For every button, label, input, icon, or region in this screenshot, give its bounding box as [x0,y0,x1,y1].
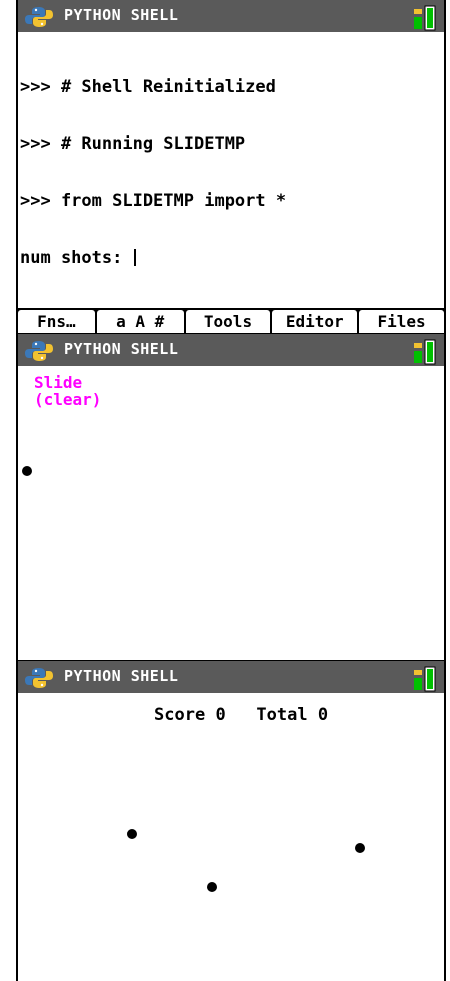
battery-icon [414,5,436,31]
shell-output[interactable]: >>> # Shell Reinitialized >>> # Running … [20,40,442,306]
chars-menu-button[interactable]: a A # [96,310,184,333]
puck-dot [22,466,32,476]
shell-line: >>> # Running SLIDETMP [20,134,246,154]
window-title: PYTHON SHELL [64,340,179,358]
slide-status: (clear) [34,390,102,409]
target-dot [127,829,137,839]
slide-title: Slide [34,373,83,392]
shell-input-line[interactable]: num shots: [20,249,442,268]
files-menu-button[interactable]: Files [359,310,444,333]
title-bar: PYTHON SHELL [18,0,444,32]
target-dot [207,882,217,892]
python-logo-icon [25,7,53,27]
score-line: Score 0 Total 0 [154,705,328,725]
title-bar: PYTHON SHELL [18,661,444,693]
window-title: PYTHON SHELL [64,667,179,685]
slide-screen: PYTHON SHELL Slide (clear) [16,333,446,660]
fns-menu-button[interactable]: Fns… [18,310,95,333]
python-logo-icon [25,668,53,688]
score-label: Score [154,705,206,725]
softkey-menu-bar: Fns… a A # Tools Editor Files [18,308,444,333]
python-logo-icon [25,341,53,361]
battery-icon [414,339,436,365]
window-title: PYTHON SHELL [64,6,179,24]
shell-screen: PYTHON SHELL >>> # Shell Reinitialized >… [16,0,446,333]
target-dot [355,843,365,853]
editor-menu-button[interactable]: Editor [272,310,358,333]
input-prompt: num shots: [20,248,133,268]
shell-line: >>> # Shell Reinitialized [20,77,276,97]
score-value: 0 [215,705,226,725]
tools-menu-button[interactable]: Tools [185,310,271,333]
title-bar: PYTHON SHELL [18,334,444,366]
slide-label: Slide (clear) [34,374,101,408]
total-value: 0 [317,705,329,725]
game-screen: PYTHON SHELL Score 0 Total 0 [16,660,446,981]
text-cursor [133,249,136,266]
total-label: Total [256,705,308,725]
battery-icon [414,666,436,692]
shell-line: >>> from SLIDETMP import * [20,191,287,211]
